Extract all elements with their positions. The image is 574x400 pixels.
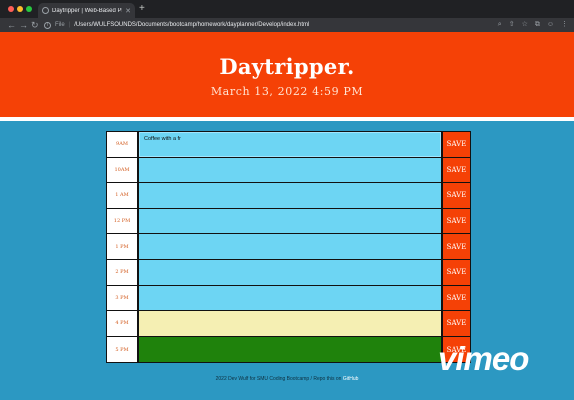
save-button[interactable]: SAVE [441, 285, 470, 311]
footer-text: 2022 Dev Wulf for SMU Coding Bootcamp / … [215, 376, 343, 382]
task-input[interactable] [139, 259, 441, 285]
share-icon[interactable]: ⇧ [509, 20, 515, 30]
address-bar[interactable]: i File | /Users/WULFSOUNDS/Documents/boo… [44, 20, 514, 30]
task-input[interactable] [139, 336, 441, 363]
minimize-window-button[interactable] [17, 6, 23, 12]
search-icon[interactable]: ⌕ [498, 20, 502, 30]
vimeo-watermark: vimeo [438, 340, 529, 377]
time-block-row: 5 PM SAVE [107, 336, 470, 363]
task-input[interactable] [139, 157, 441, 183]
close-icon[interactable]: ✕ [125, 7, 131, 15]
hour-label: 12 PM [107, 208, 139, 234]
planner-table: 9AM Coffee with a fr SAVE 10AM SAVE 1 AM… [106, 131, 471, 364]
save-button[interactable]: SAVE [441, 132, 470, 157]
profile-icon[interactable]: ☺ [547, 20, 554, 30]
browser-toolbar: ← → ↻ i File | /Users/WULFSOUNDS/Documen… [0, 18, 574, 32]
time-block-row: 1 AM SAVE [107, 183, 470, 209]
close-window-button[interactable] [8, 6, 14, 12]
back-arrow-icon[interactable]: ← [7, 19, 16, 31]
bookmark-star-icon[interactable]: ☆ [522, 20, 528, 30]
github-link[interactable]: GitHub [343, 376, 359, 382]
menu-icon[interactable]: ⋮ [561, 20, 568, 30]
task-input[interactable] [139, 208, 441, 234]
globe-icon [42, 7, 49, 14]
time-block-row: 4 PM SAVE [107, 311, 470, 337]
url-separator: | [68, 22, 71, 28]
hour-label: 2 PM [107, 259, 139, 285]
maximize-window-button[interactable] [26, 6, 32, 12]
time-block-row: 1 PM SAVE [107, 234, 470, 260]
hour-label: 1 PM [107, 234, 139, 259]
save-button[interactable]: SAVE [441, 311, 470, 336]
page-title: Daytripper. [219, 54, 355, 79]
task-input[interactable] [139, 285, 441, 311]
forward-arrow-icon[interactable]: → [19, 19, 28, 31]
hour-label: 5 PM [107, 336, 139, 363]
save-button[interactable]: SAVE [441, 183, 470, 208]
new-tab-button[interactable]: + [139, 3, 145, 15]
current-datetime: March 13, 2022 4:59 PM [210, 85, 364, 98]
info-icon[interactable]: i [44, 21, 51, 29]
task-input[interactable] [139, 311, 441, 336]
hour-label: 4 PM [107, 311, 139, 336]
reload-icon[interactable]: ↻ [31, 19, 39, 31]
time-block-row: 10AM SAVE [107, 157, 470, 184]
task-input[interactable] [139, 183, 441, 208]
time-block-row: 12 PM SAVE [107, 208, 470, 235]
toolbar-icons: ⌕ ⇧ ☆ ⧉ ☺ ⋮ [498, 20, 568, 30]
save-button[interactable]: SAVE [441, 234, 470, 259]
url-text[interactable]: /Users/WULFSOUNDS/Documents/bootcamp/hom… [74, 22, 309, 28]
hour-label: 10AM [107, 157, 139, 183]
save-button[interactable]: SAVE [441, 157, 470, 183]
time-block-row: 2 PM SAVE [107, 259, 470, 286]
tab-search-icon[interactable]: ⧉ [535, 20, 540, 30]
task-input[interactable] [139, 234, 441, 259]
save-button[interactable]: SAVE [441, 208, 470, 234]
time-block-row: 3 PM SAVE [107, 285, 470, 312]
task-input[interactable]: Coffee with a fr [139, 132, 441, 157]
tab-title: Daytripper | Web-Based Planner [52, 7, 122, 14]
hour-label: 1 AM [107, 183, 139, 208]
page-header: Daytripper. March 13, 2022 4:59 PM [0, 32, 574, 117]
hour-label: 3 PM [107, 285, 139, 311]
browser-tab-bar: Daytripper | Web-Based Planner ✕ + [0, 0, 574, 18]
time-block-row: 9AM Coffee with a fr SAVE [107, 132, 470, 158]
url-scheme: File [55, 22, 65, 28]
browser-tab-active[interactable]: Daytripper | Web-Based Planner ✕ [38, 3, 135, 18]
save-button[interactable]: SAVE [441, 259, 470, 285]
header-divider [0, 117, 574, 121]
hour-label: 9AM [107, 132, 139, 157]
